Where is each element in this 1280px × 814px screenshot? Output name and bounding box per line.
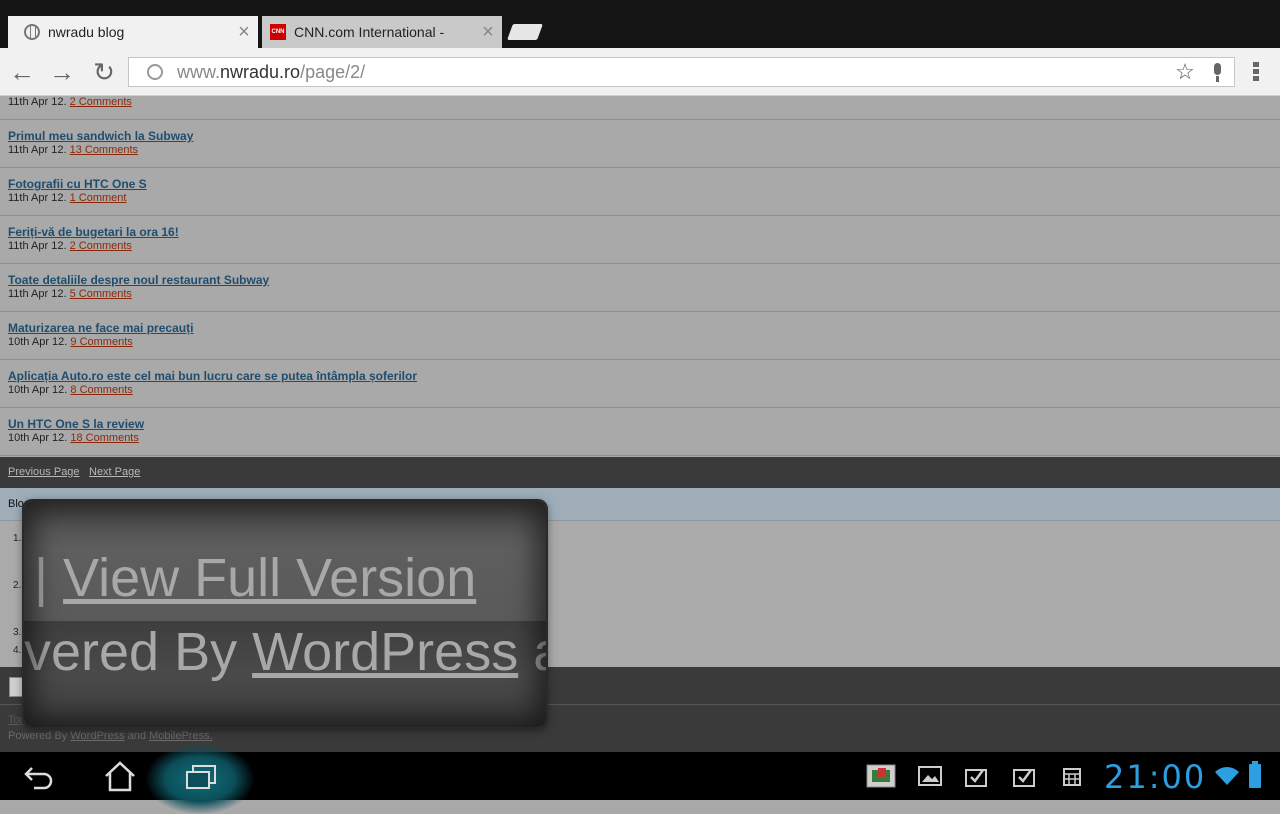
next-page-link[interactable]: Next Page: [89, 466, 140, 478]
browser-toolbar: ← → ↻ www.nwradu.ro/page/2/ ☆: [0, 48, 1280, 96]
battery-icon[interactable]: [1249, 761, 1261, 788]
tab-cnn[interactable]: CNN CNN.com International - ×: [262, 16, 502, 48]
back-arrow-icon[interactable]: ←: [6, 56, 38, 88]
tab-strip: nwradu blog × CNN CNN.com International …: [0, 0, 1280, 48]
post-date: 11th Apr 12.: [8, 192, 67, 204]
post-meta: 11th Apr 12. 2 Comments: [8, 240, 132, 252]
new-tab-button[interactable]: [507, 24, 543, 40]
magnifier-vignette: [24, 501, 546, 727]
post-item: Maturizarea ne face mai precauți 10th Ap…: [0, 312, 1280, 360]
post-meta: 10th Apr 12. 8 Comments: [8, 384, 133, 396]
mobilepress-link[interactable]: MobilePress.: [149, 730, 213, 742]
post-title-link[interactable]: Feriți-vă de bugetari la ora 16!: [8, 225, 179, 239]
task-check-icon[interactable]: [962, 764, 990, 788]
previous-page-link[interactable]: Previous Page: [8, 466, 80, 478]
post-item: Un HTC One S la review 10th Apr 12. 18 C…: [0, 408, 1280, 456]
post-comments-link[interactable]: 1 Comment: [70, 192, 127, 204]
post-item: Toate detaliile despre noul restaurant S…: [0, 264, 1280, 312]
post-title-link[interactable]: Un HTC One S la review: [8, 417, 144, 431]
post-comments-link[interactable]: 13 Comments: [70, 144, 138, 156]
post-item: Fotografii cu HTC One S 11th Apr 12. 1 C…: [0, 168, 1280, 216]
post-meta: 11th Apr 12. 2 Comments: [8, 96, 132, 108]
home-icon[interactable]: [102, 760, 138, 792]
post-title-link[interactable]: Aplicația Auto.ro este cel mai bun lucru…: [8, 369, 417, 383]
url-prefix: www.: [177, 61, 221, 82]
address-bar[interactable]: www.nwradu.ro/page/2/ ☆: [128, 57, 1235, 87]
powered-by-text: Powered By WordPress and MobilePress.: [8, 730, 213, 742]
post-date: 10th Apr 12.: [8, 384, 68, 396]
tab-title: CNN.com International -: [294, 24, 445, 40]
globe-icon: [24, 24, 40, 40]
page-content: 11th Apr 12. 2 Comments Primul meu sandw…: [0, 96, 1280, 752]
post-item: Primul meu sandwich la Subway 11th Apr 1…: [0, 120, 1280, 168]
post-meta: 11th Apr 12. 5 Comments: [8, 288, 132, 300]
list-number: 2.: [13, 580, 22, 591]
powered-by-label: Powered By: [8, 730, 68, 742]
post-item: Aplicația Auto.ro este cel mai bun lucru…: [0, 360, 1280, 408]
and-label: and: [127, 730, 146, 742]
post-date: 10th Apr 12.: [8, 336, 68, 348]
microphone-icon[interactable]: [1200, 57, 1234, 87]
zoom-magnifier: | View Full Version vered By WordPress a: [24, 501, 546, 727]
recent-apps-icon[interactable]: [186, 765, 216, 789]
post-comments-link[interactable]: 2 Comments: [70, 96, 132, 108]
post-date: 10th Apr 12.: [8, 432, 68, 444]
post-date: 11th Apr 12.: [8, 96, 67, 108]
post-meta: 11th Apr 12. 1 Comment: [8, 192, 126, 204]
system-navigation-bar: 21:00: [0, 744, 1280, 814]
search-input[interactable]: [9, 677, 25, 697]
post-item: 11th Apr 12. 2 Comments: [0, 96, 1280, 120]
close-tab-icon[interactable]: ×: [230, 21, 258, 44]
gallery-icon[interactable]: [916, 764, 944, 788]
bookmark-star-icon[interactable]: ☆: [1170, 59, 1200, 85]
post-date: 11th Apr 12.: [8, 288, 67, 300]
wifi-icon[interactable]: [1214, 766, 1240, 786]
back-icon[interactable]: [22, 760, 58, 792]
system-clock[interactable]: 21:00: [1104, 758, 1206, 796]
post-item: Feriți-vă de bugetari la ora 16! 11th Ap…: [0, 216, 1280, 264]
url-path: /page/2/: [300, 61, 366, 82]
tab-title: nwradu blog: [48, 24, 125, 40]
forward-arrow-icon[interactable]: →: [46, 56, 78, 88]
post-comments-link[interactable]: 8 Comments: [70, 384, 132, 396]
calendar-icon[interactable]: [1058, 764, 1086, 788]
post-title-link[interactable]: Maturizarea ne face mai precauți: [8, 321, 193, 335]
post-title-link[interactable]: Primul meu sandwich la Subway: [8, 129, 193, 143]
cnn-favicon-icon: CNN: [270, 24, 286, 40]
post-title-link[interactable]: Toate detaliile despre noul restaurant S…: [8, 273, 269, 287]
pagination-bar: Previous Page Next Page: [0, 457, 1280, 488]
post-date: 11th Apr 12.: [8, 144, 67, 156]
post-date: 11th Apr 12.: [8, 240, 67, 252]
list-number: 3.: [13, 627, 22, 638]
post-comments-link[interactable]: 2 Comments: [70, 240, 132, 252]
post-meta: 11th Apr 12. 13 Comments: [8, 144, 138, 156]
notification-app-icon[interactable]: [866, 764, 896, 788]
close-tab-icon[interactable]: ×: [474, 21, 502, 44]
post-title-link[interactable]: Fotografii cu HTC One S: [8, 177, 147, 191]
post-comments-link[interactable]: 18 Comments: [70, 432, 138, 444]
url-domain: nwradu.ro: [220, 61, 301, 82]
post-meta: 10th Apr 12. 18 Comments: [8, 432, 139, 444]
post-comments-link[interactable]: 9 Comments: [70, 336, 132, 348]
post-comments-link[interactable]: 5 Comments: [70, 288, 132, 300]
globe-icon: [147, 64, 163, 80]
menu-icon[interactable]: [1253, 62, 1261, 82]
tab-nwradu-blog[interactable]: nwradu blog ×: [8, 16, 258, 48]
reload-icon[interactable]: ↻: [88, 56, 120, 88]
list-number: 4.: [13, 645, 22, 656]
task-check-icon[interactable]: [1010, 764, 1038, 788]
url-text[interactable]: www.nwradu.ro/page/2/: [177, 62, 1170, 83]
post-meta: 10th Apr 12. 9 Comments: [8, 336, 133, 348]
list-number: 1.: [13, 533, 22, 544]
wordpress-link[interactable]: WordPress: [70, 730, 124, 742]
